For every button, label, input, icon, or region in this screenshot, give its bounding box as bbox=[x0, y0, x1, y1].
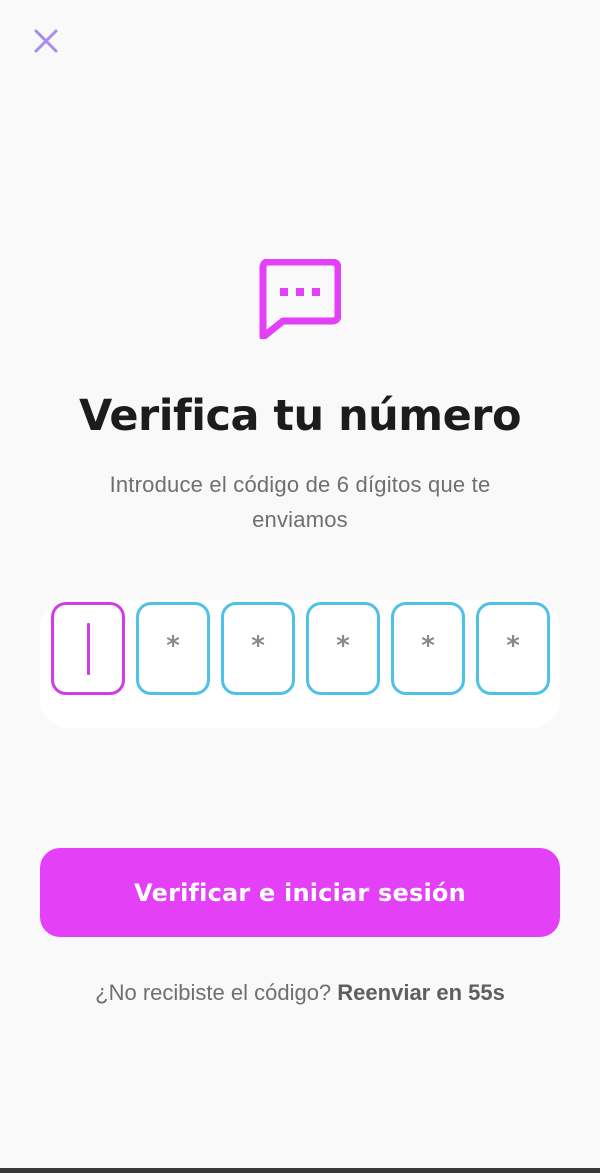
text-cursor bbox=[86, 622, 90, 675]
code-placeholder: * bbox=[166, 630, 180, 661]
verify-login-button[interactable]: Verificar e iniciar sesión bbox=[40, 848, 560, 937]
resend-row: ¿No recibiste el código? Reenviar en 55s bbox=[0, 976, 600, 1010]
close-icon bbox=[34, 29, 58, 53]
code-placeholder: * bbox=[336, 630, 350, 661]
code-digit-2[interactable]: * bbox=[136, 602, 210, 695]
code-digit-5[interactable]: * bbox=[391, 602, 465, 695]
close-button[interactable] bbox=[30, 25, 62, 57]
code-digit-3[interactable]: * bbox=[221, 602, 295, 695]
resend-prompt: ¿No recibiste el código? bbox=[95, 980, 332, 1005]
page-subtitle: Introduce el código de 6 dígitos que te … bbox=[109, 472, 491, 532]
chat-bubble-dots-icon bbox=[259, 258, 342, 341]
bottom-edge bbox=[0, 1168, 600, 1173]
code-placeholder: * bbox=[251, 630, 265, 661]
code-digit-4[interactable]: * bbox=[306, 602, 380, 695]
code-digit-6[interactable]: * bbox=[476, 602, 550, 695]
code-placeholder: * bbox=[506, 630, 520, 661]
code-placeholder: * bbox=[421, 630, 435, 661]
page-title: Verifica tu número bbox=[78, 391, 522, 441]
code-digit-1[interactable] bbox=[51, 602, 125, 695]
resend-code-link[interactable]: Reenviar en 55s bbox=[337, 980, 505, 1005]
